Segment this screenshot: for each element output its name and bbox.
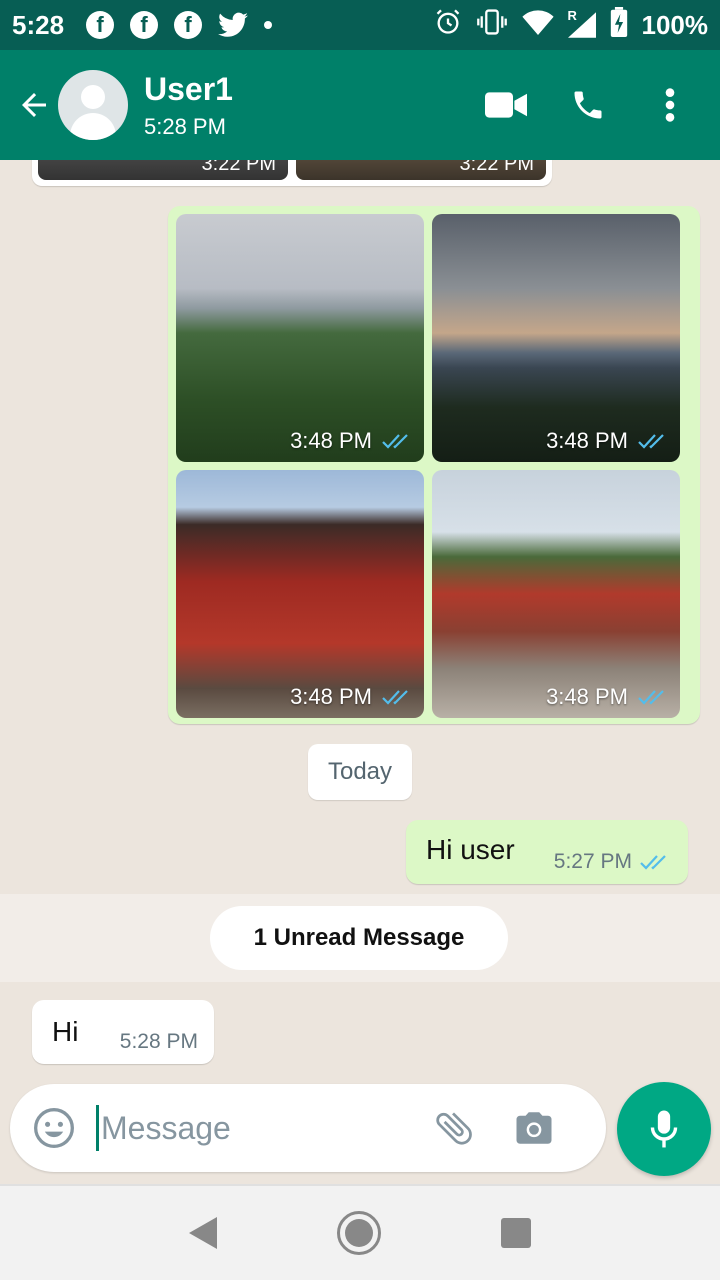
avatar[interactable] xyxy=(58,70,128,140)
vibrate-icon xyxy=(476,8,508,43)
outgoing-message[interactable]: Hi user 5:27 PM xyxy=(406,820,688,884)
message-text: Hi user xyxy=(426,834,515,865)
voice-message-button[interactable] xyxy=(617,1082,711,1176)
roaming-indicator: R xyxy=(567,8,577,23)
message-time: 3:48 PM xyxy=(290,428,372,453)
last-seen: 5:28 PM xyxy=(144,113,226,139)
microphone-icon xyxy=(650,1110,678,1148)
alarm-icon xyxy=(434,8,462,43)
video-call-button[interactable] xyxy=(474,73,538,137)
unread-messages-banner: 1 Unread Message xyxy=(210,906,508,970)
twitter-notification-icon xyxy=(218,12,249,38)
facebook-notification-icon: f xyxy=(86,11,115,39)
chat-messages[interactable]: 3:22 PM 3:22 PM 3:48 PM 3:48 PM 3:48 PM … xyxy=(0,160,720,1080)
message-time: 3:48 PM xyxy=(546,428,628,453)
contact-name: User1 xyxy=(144,70,233,107)
nav-recents-icon[interactable] xyxy=(501,1218,531,1248)
wifi-icon xyxy=(521,9,554,42)
previous-album-bubble[interactable]: 3:22 PM 3:22 PM xyxy=(32,160,552,186)
album-photo[interactable]: 3:48 PM xyxy=(176,214,424,462)
date-divider: Today xyxy=(308,744,412,800)
more-notifications-dot-icon xyxy=(264,21,273,29)
message-time: 3:22 PM xyxy=(459,160,534,175)
camera-button[interactable] xyxy=(506,1100,562,1156)
arrow-left-icon xyxy=(22,93,46,117)
phone-icon xyxy=(574,91,602,119)
double-check-icon xyxy=(382,434,408,449)
album-photo[interactable]: 3:48 PM xyxy=(176,470,424,718)
message-time: 5:27 PM xyxy=(553,850,632,873)
previous-photo[interactable]: 3:22 PM xyxy=(296,160,546,180)
video-camera-icon xyxy=(485,92,527,118)
message-text: Hi xyxy=(52,1016,79,1047)
photo-album-bubble[interactable]: 3:48 PM 3:48 PM 3:48 PM 3:48 PM xyxy=(168,206,700,724)
camera-icon xyxy=(516,1112,552,1144)
contact-info[interactable]: User1 5:28 PM xyxy=(144,71,233,140)
message-time: 3:48 PM xyxy=(546,684,628,709)
voice-call-button[interactable] xyxy=(556,73,620,137)
facebook-notification-icon: f xyxy=(174,11,203,39)
status-bar: 5:28 f f f R 100% xyxy=(0,0,720,50)
message-input[interactable] xyxy=(96,1105,416,1151)
message-time: 3:22 PM xyxy=(201,160,276,175)
back-button[interactable] xyxy=(4,75,64,135)
system-navigation-bar xyxy=(0,1184,720,1280)
double-check-icon xyxy=(640,855,666,870)
double-check-icon xyxy=(638,434,664,449)
emoji-button[interactable] xyxy=(26,1100,82,1156)
battery-percent: 100% xyxy=(641,9,709,40)
album-photo[interactable]: 3:48 PM xyxy=(432,470,680,718)
double-check-icon xyxy=(382,690,408,705)
chat-header: User1 5:28 PM xyxy=(0,50,720,160)
status-time: 5:28 xyxy=(12,9,65,40)
nav-home-icon[interactable] xyxy=(337,1211,381,1255)
album-photo[interactable]: 3:48 PM xyxy=(432,214,680,462)
emoji-icon xyxy=(34,1108,74,1148)
message-composer xyxy=(10,1084,606,1172)
paperclip-icon xyxy=(436,1112,472,1145)
nav-back-icon[interactable] xyxy=(189,1217,217,1249)
attach-button[interactable] xyxy=(426,1100,482,1156)
message-time: 5:28 PM xyxy=(119,1030,198,1053)
double-check-icon xyxy=(638,690,664,705)
more-vertical-icon xyxy=(665,88,675,122)
message-time: 3:48 PM xyxy=(290,684,372,709)
incoming-message[interactable]: Hi 5:28 PM xyxy=(32,1000,214,1064)
battery-charging-icon xyxy=(610,6,628,44)
cell-signal-icon: R xyxy=(567,8,596,38)
previous-photo[interactable]: 3:22 PM xyxy=(38,160,288,180)
more-options-button[interactable] xyxy=(638,73,702,137)
facebook-notification-icon: f xyxy=(130,11,159,39)
